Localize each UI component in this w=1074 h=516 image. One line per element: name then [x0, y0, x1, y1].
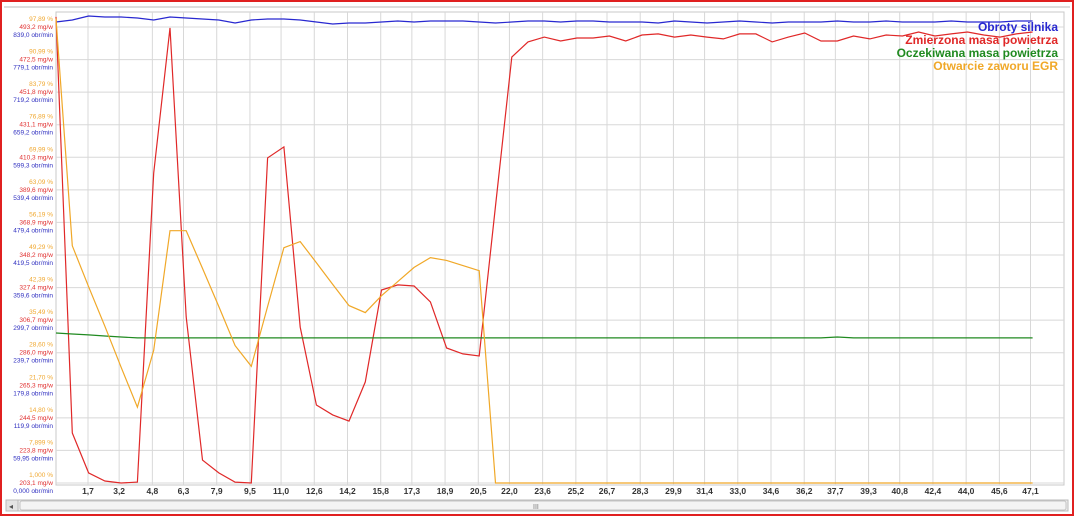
y-tick-label-pct: 49,29 % — [29, 244, 53, 251]
x-tick-label: 22,0 — [501, 486, 518, 496]
y-tick-label-rpm: 839,0 obr/min — [13, 32, 53, 39]
y-tick-label-pct: 21,70 % — [29, 374, 53, 381]
x-tick-label: 45,6 — [991, 486, 1008, 496]
y-tick-label-mg: 431,1 mg/w — [19, 122, 53, 129]
y-tick-label-mg: 244,5 mg/w — [19, 415, 53, 422]
legend-entry: Zmierzona masa powietrza — [905, 33, 1058, 47]
y-tick-label-pct: 63,09 % — [29, 179, 53, 186]
y-tick-label-pct: 28,60 % — [29, 342, 53, 349]
y-tick-label-rpm: 299,7 obr/min — [13, 325, 53, 332]
x-tick-label: 26,7 — [599, 486, 616, 496]
y-tick-label-pct: 1,000 % — [29, 472, 53, 479]
x-tick-label: 20,5 — [470, 486, 487, 496]
y-tick-label-mg: 410,3 mg/w — [19, 154, 53, 161]
y-tick-label-mg: 203,1 mg/w — [19, 480, 53, 487]
y-tick-label-pct: 69,99 % — [29, 146, 53, 153]
x-tick-label: 47,1 — [1022, 486, 1039, 496]
x-tick-label: 4,8 — [146, 486, 158, 496]
x-tick-label: 40,8 — [891, 486, 908, 496]
y-tick-label-mg: 265,3 mg/w — [19, 382, 53, 389]
scrollbar-grip: III — [533, 504, 539, 511]
x-tick-label: 36,2 — [796, 486, 813, 496]
x-tick-label: 44,0 — [958, 486, 975, 496]
y-tick-label-pct: 56,19 % — [29, 211, 53, 218]
y-tick-label-rpm: 599,3 obr/min — [13, 162, 53, 169]
y-tick-label-mg: 493,2 mg/w — [19, 24, 53, 31]
x-axis-labels: 1,7 3,2 4,8 6,3 7,9 9,5 11,0 12,6 14,2 15,8 17,3 18… — [82, 486, 1039, 496]
x-tick-label: 14,2 — [339, 486, 356, 496]
legend-entry: Obroty silnika — [978, 20, 1058, 34]
y-tick-label-mg: 223,8 mg/w — [19, 447, 53, 454]
y-tick-label-rpm: 239,7 obr/min — [13, 358, 53, 365]
y-tick-label-rpm: 719,2 obr/min — [13, 97, 53, 104]
horizontal-scrollbar[interactable]: ◂ III — [5, 499, 1069, 512]
y-tick-label-rpm: 779,1 obr/min — [13, 65, 53, 72]
y-tick-label-rpm: 359,6 obr/min — [13, 293, 53, 300]
plot-area — [55, 11, 1065, 486]
y-tick-label-pct: 14,80 % — [29, 407, 53, 414]
y-axis-labels: 97,89 %493,2 mg/w839,0 obr/min 90,99 %472… — [13, 16, 53, 495]
x-tick-label: 34,6 — [763, 486, 780, 496]
x-tick-label: 31,4 — [696, 486, 713, 496]
y-tick-label-pct: 7,899 % — [29, 439, 53, 446]
x-tick-label: 17,3 — [404, 486, 421, 496]
y-tick-label-mg: 327,4 mg/w — [19, 285, 53, 292]
y-tick-label-pct: 35,49 % — [29, 309, 53, 316]
x-tick-label: 7,9 — [211, 486, 223, 496]
legend-entry: Oczekiwana masa powietrza — [897, 46, 1059, 60]
y-tick-label-pct: 97,89 % — [29, 16, 53, 23]
y-tick-label-rpm: 539,4 obr/min — [13, 195, 53, 202]
y-tick-label-pct: 83,79 % — [29, 81, 53, 88]
y-tick-label-rpm: 659,2 obr/min — [13, 130, 53, 137]
y-tick-label-pct: 42,39 % — [29, 277, 53, 284]
y-tick-label-rpm: 119,9 obr/min — [14, 423, 54, 430]
y-tick-label-mg: 368,9 mg/w — [19, 219, 53, 226]
x-tick-label: 3,2 — [113, 486, 125, 496]
y-tick-label-pct: 76,89 % — [29, 114, 53, 121]
scroll-left-arrow-icon: ◂ — [9, 502, 13, 511]
y-tick-label-mg: 306,7 mg/w — [19, 317, 53, 324]
y-tick-label-rpm: 179,8 obr/min — [13, 390, 53, 397]
y-tick-label-pct: 90,99 % — [29, 49, 53, 56]
x-tick-label: 37,7 — [827, 486, 844, 496]
y-tick-label-rpm: 0,000 obr/min — [13, 488, 53, 495]
x-tick-label: 29,9 — [665, 486, 682, 496]
x-tick-label: 6,3 — [178, 486, 190, 496]
x-tick-label: 11,0 — [273, 486, 289, 496]
y-tick-label-rpm: 419,5 obr/min — [13, 260, 53, 267]
y-tick-label-rpm: 479,4 obr/min — [13, 227, 53, 234]
scrollbar-thumb[interactable] — [19, 500, 1067, 511]
x-tick-label: 12,6 — [306, 486, 323, 496]
x-tick-label: 39,3 — [860, 486, 877, 496]
x-tick-label: 42,4 — [925, 486, 942, 496]
y-tick-label-mg: 389,6 mg/w — [19, 187, 53, 194]
y-tick-label-mg: 286,0 mg/w — [19, 350, 53, 357]
x-tick-label: 9,5 — [244, 486, 256, 496]
y-tick-label-rpm: 59,95 obr/min — [13, 455, 53, 462]
line-chart: 97,89 %493,2 mg/w839,0 obr/min 90,99 %472… — [4, 6, 1070, 512]
x-tick-label: 28,3 — [632, 486, 649, 496]
y-tick-label-mg: 451,8 mg/w — [19, 89, 53, 96]
x-tick-label: 25,2 — [568, 486, 585, 496]
x-tick-label: 1,7 — [82, 486, 94, 496]
x-tick-label: 15,8 — [372, 486, 389, 496]
x-tick-label: 18,9 — [437, 486, 454, 496]
x-tick-label: 33,0 — [730, 486, 747, 496]
x-tick-label: 23,6 — [534, 486, 551, 496]
legend-entry: Otwarcie zaworu EGR — [933, 59, 1058, 73]
y-tick-label-mg: 348,2 mg/w — [19, 252, 53, 259]
y-tick-label-mg: 472,5 mg/w — [19, 57, 53, 64]
